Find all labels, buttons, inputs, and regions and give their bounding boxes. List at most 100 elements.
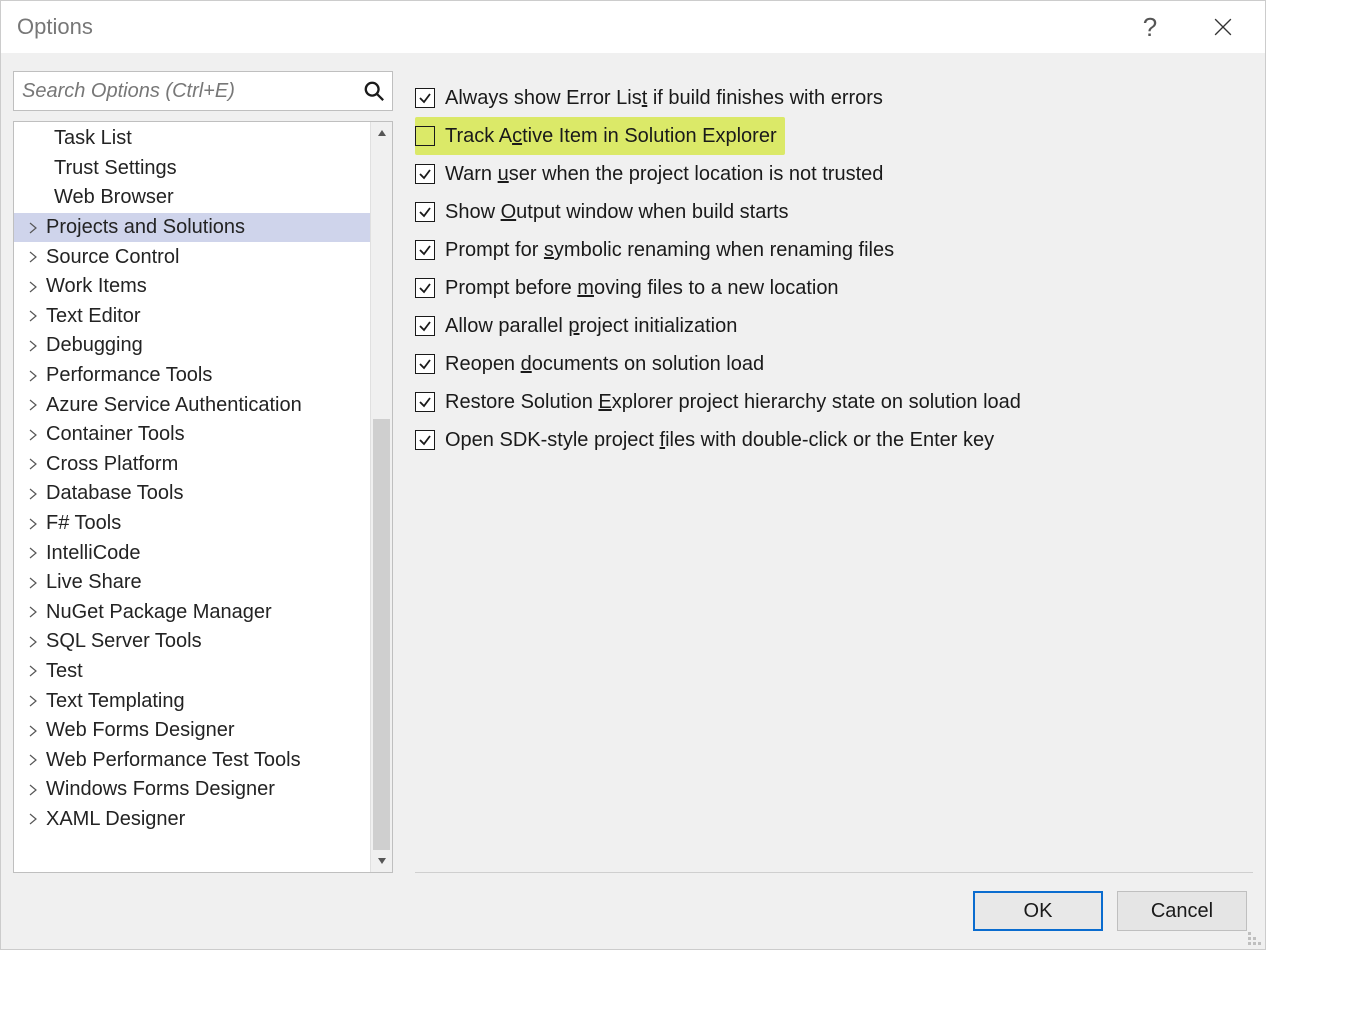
expander-icon[interactable] [24,458,42,470]
tree-item[interactable]: Cross Platform [14,450,370,480]
tree-item[interactable]: NuGet Package Manager [14,598,370,628]
option-label[interactable]: Restore Solution Explorer project hierar… [445,391,1021,414]
option-label[interactable]: Show Output window when build starts [445,201,789,224]
tree-item-label: F# Tools [46,512,121,535]
expander-icon[interactable] [24,606,42,618]
option-label[interactable]: Prompt before moving files to a new loca… [445,277,839,300]
tree-item-label: Web Performance Test Tools [46,749,301,772]
tree-item-label: Work Items [46,275,147,298]
expander-icon[interactable] [24,725,42,737]
dialog-body: Task List Trust Settings Web BrowserProjec… [1,53,1265,873]
ok-button[interactable]: OK [973,891,1103,931]
tree-item-label: Trust Settings [54,157,177,180]
scroll-track[interactable] [371,144,392,850]
tree-item[interactable]: F# Tools [14,509,370,539]
expander-icon[interactable] [24,754,42,766]
expander-icon[interactable] [24,251,42,263]
tree-item[interactable]: Task List [14,124,370,154]
search-icon[interactable] [363,80,385,102]
checkbox[interactable] [415,164,435,184]
tree-item[interactable]: Debugging [14,331,370,361]
tree-item[interactable]: Live Share [14,568,370,598]
option-row: Track Active Item in Solution Explorer [415,117,785,155]
titlebar: Options ? [1,1,1265,53]
expander-icon[interactable] [24,370,42,382]
checkbox[interactable] [415,430,435,450]
search-wrap [13,71,393,111]
tree-item[interactable]: Trust Settings [14,154,370,184]
checkbox[interactable] [415,240,435,260]
tree-item[interactable]: Text Templating [14,686,370,716]
tree-item-label: Text Editor [46,305,140,328]
expander-icon[interactable] [24,340,42,352]
expander-icon[interactable] [24,547,42,559]
tree-item[interactable]: Web Browser [14,183,370,213]
tree-item-label: Test [46,660,83,683]
close-icon[interactable] [1203,7,1243,47]
checkbox[interactable] [415,316,435,336]
tree-item[interactable]: Performance Tools [14,361,370,391]
tree-item-label: Windows Forms Designer [46,778,275,801]
expander-icon[interactable] [24,488,42,500]
tree-item-label: Performance Tools [46,364,212,387]
expander-icon[interactable] [24,429,42,441]
option-label[interactable]: Open SDK-style project files with double… [445,429,994,452]
checkbox[interactable] [415,354,435,374]
tree-item[interactable]: Web Forms Designer [14,716,370,746]
tree-scrollbar[interactable] [370,122,392,872]
expander-icon[interactable] [24,222,42,234]
expander-icon[interactable] [24,518,42,530]
scroll-up-icon[interactable] [371,122,392,144]
expander-icon[interactable] [24,577,42,589]
option-row: Prompt for symbolic renaming when renami… [415,231,1253,269]
tree-item[interactable]: Projects and Solutions [14,213,370,243]
checkbox[interactable] [415,392,435,412]
tree-item[interactable]: IntelliCode [14,538,370,568]
expander-icon[interactable] [24,813,42,825]
tree-item[interactable]: Container Tools [14,420,370,450]
scroll-down-icon[interactable] [371,850,392,872]
tree-item[interactable]: Azure Service Authentication [14,390,370,420]
tree-item[interactable]: Text Editor [14,302,370,332]
category-tree: Task List Trust Settings Web BrowserProjec… [13,121,393,873]
scroll-thumb[interactable] [373,419,390,850]
cancel-button[interactable]: Cancel [1117,891,1247,931]
help-icon[interactable]: ? [1130,7,1170,47]
tree-item-label: Source Control [46,246,179,269]
option-row: Always show Error List if build finishes… [415,79,1253,117]
tree-item[interactable]: Source Control [14,242,370,272]
tree-item[interactable]: Windows Forms Designer [14,775,370,805]
option-label[interactable]: Always show Error List if build finishes… [445,87,883,110]
option-label[interactable]: Reopen documents on solution load [445,353,764,376]
expander-icon[interactable] [24,281,42,293]
checkbox[interactable] [415,126,435,146]
tree-item[interactable]: Web Performance Test Tools [14,745,370,775]
checkbox[interactable] [415,278,435,298]
tree-item[interactable]: SQL Server Tools [14,627,370,657]
tree-item-label: XAML Designer [46,808,185,831]
tree-item[interactable]: Work Items [14,272,370,302]
options-checklist: Always show Error List if build finishes… [415,71,1253,459]
resize-grip-icon[interactable] [1248,932,1262,946]
option-label[interactable]: Allow parallel project initialization [445,315,737,338]
expander-icon[interactable] [24,310,42,322]
expander-icon[interactable] [24,665,42,677]
tree-item[interactable]: Test [14,657,370,687]
expander-icon[interactable] [24,399,42,411]
expander-icon[interactable] [24,695,42,707]
right-column: Always show Error List if build finishes… [415,71,1253,873]
option-row: Prompt before moving files to a new loca… [415,269,1253,307]
option-label[interactable]: Prompt for symbolic renaming when renami… [445,239,894,262]
expander-icon[interactable] [24,636,42,648]
tree-item-label: Web Forms Designer [46,719,235,742]
option-label[interactable]: Warn user when the project location is n… [445,163,883,186]
checkbox[interactable] [415,88,435,108]
tree-item[interactable]: Database Tools [14,479,370,509]
option-label[interactable]: Track Active Item in Solution Explorer [445,125,777,148]
search-input[interactable] [13,71,393,111]
tree-item[interactable]: XAML Designer [14,805,370,835]
checkbox[interactable] [415,202,435,222]
tree-item-label: SQL Server Tools [46,630,202,653]
expander-icon[interactable] [24,784,42,796]
tree-item-label: Container Tools [46,423,185,446]
